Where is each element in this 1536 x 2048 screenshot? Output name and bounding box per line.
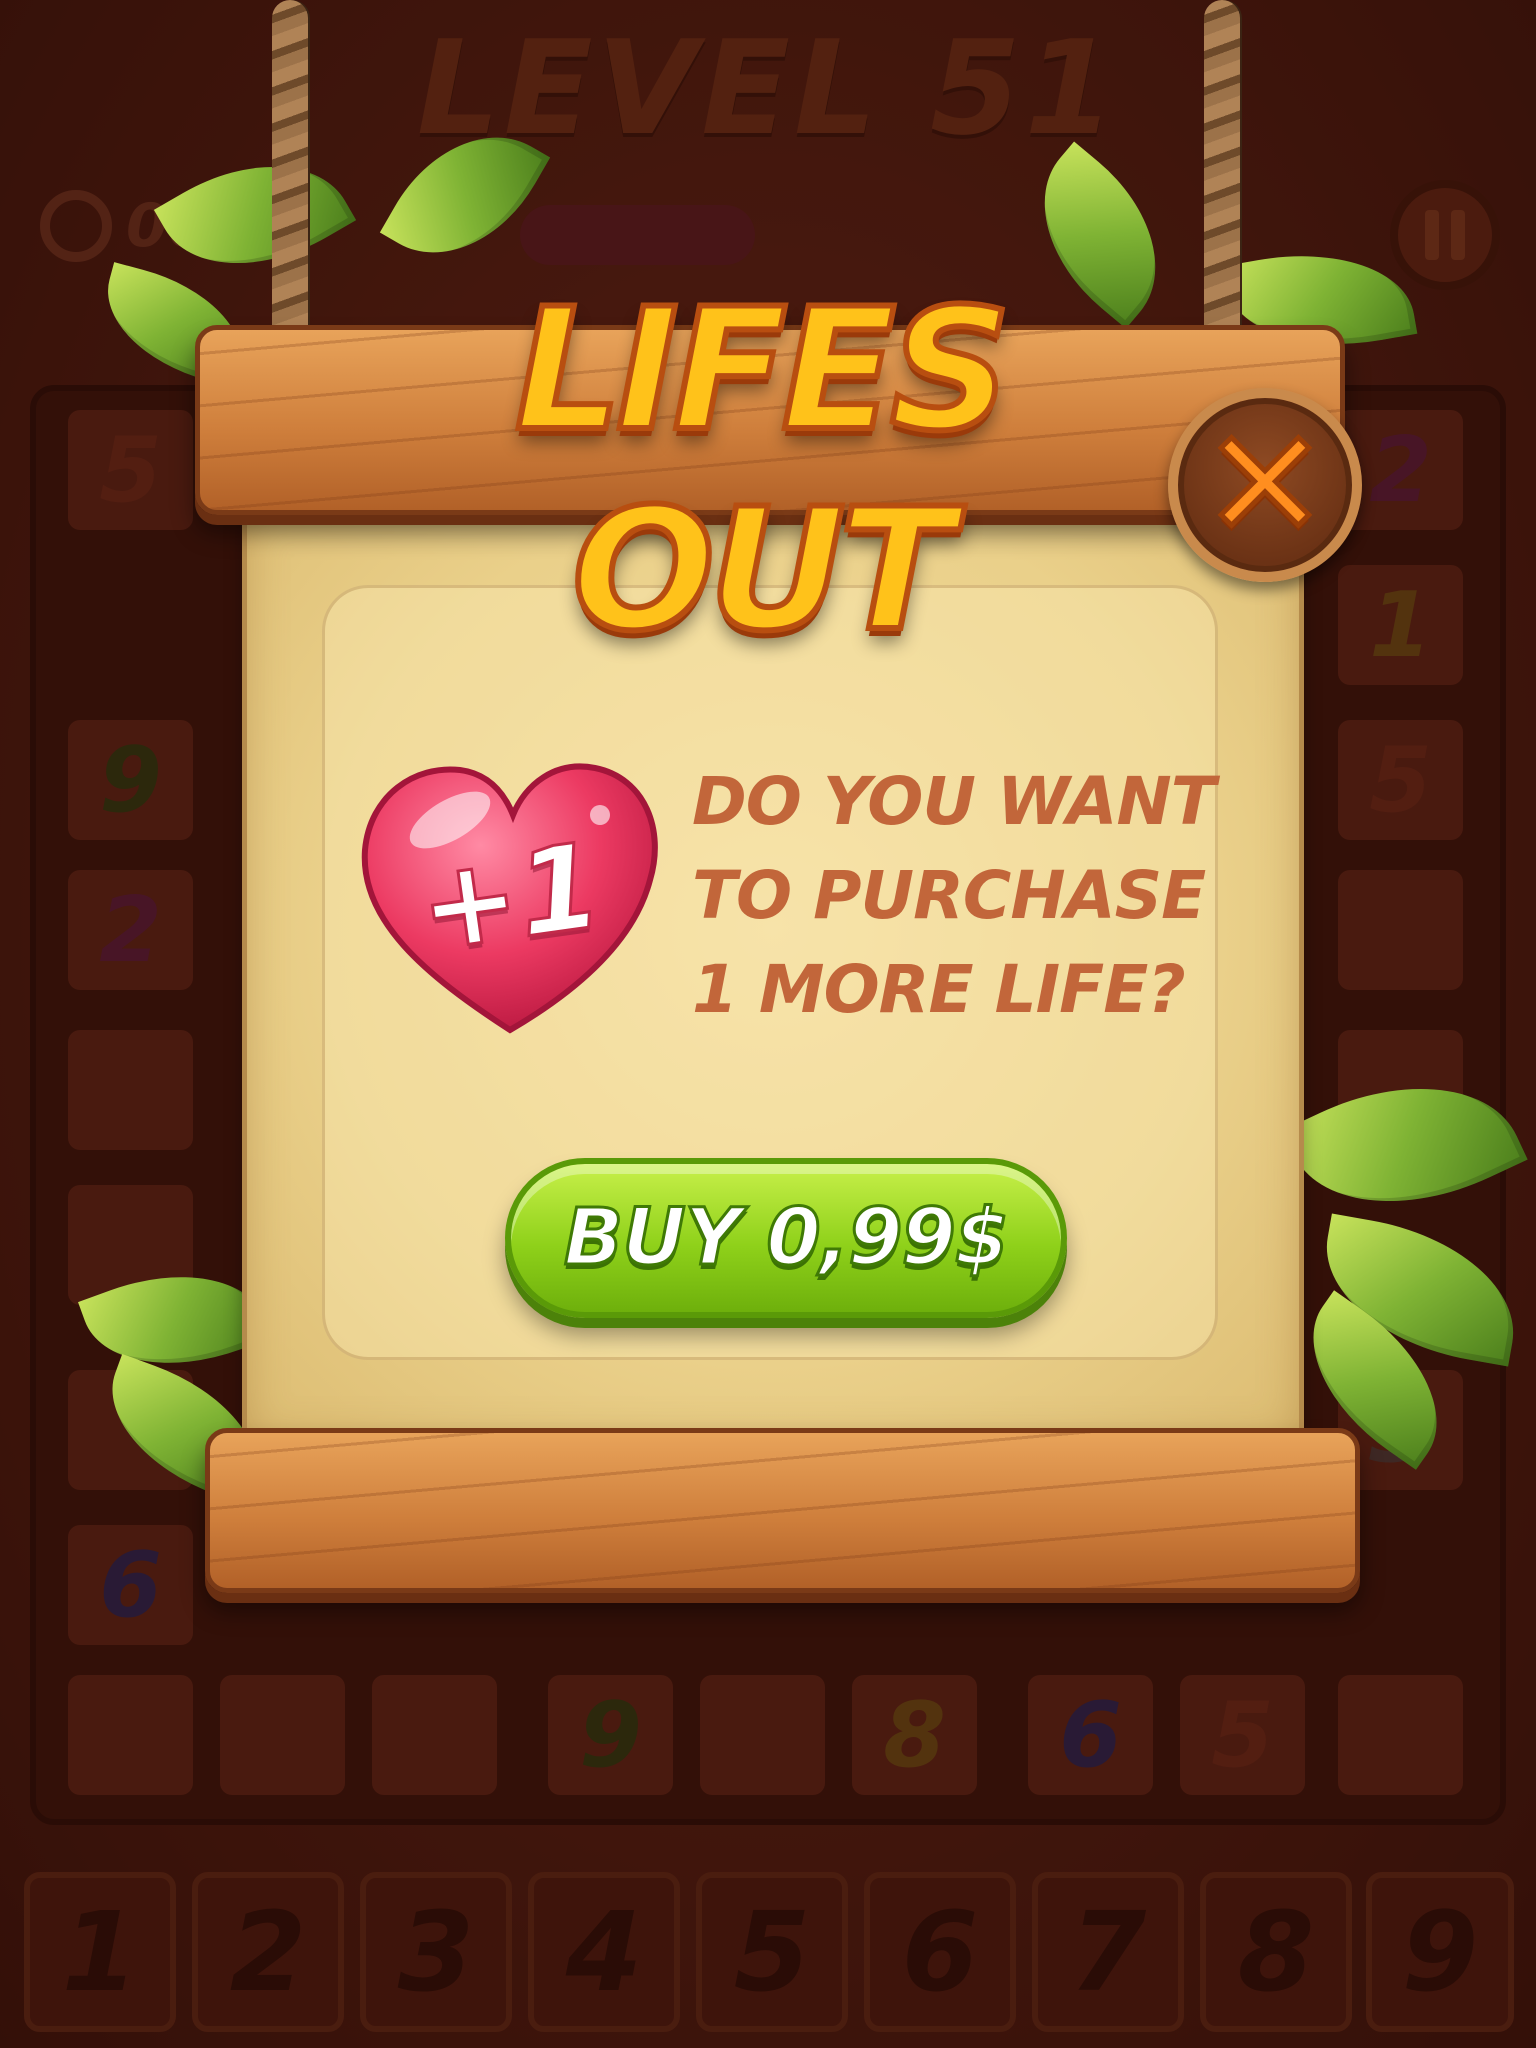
popup-title: LIFES OUT [512,269,1014,671]
buy-button[interactable]: BUY 0,99$ [505,1158,1067,1318]
bottom-wooden-plank [205,1428,1360,1593]
purchase-question: DO YOU WANT TO PURCHASE 1 MORE LIFE? [692,755,1216,1037]
close-button[interactable]: ✕ [1168,388,1362,582]
buy-button-label: BUY 0,99$ [562,1192,1010,1285]
hanging-rope [272,0,308,380]
hanging-rope [1204,0,1240,380]
heart-plus-one-label: +1 [409,815,610,980]
close-x-icon: ✕ [1200,398,1331,572]
question-line: 1 MORE LIFE? [692,951,1186,1028]
question-line: TO PURCHASE [692,857,1206,934]
question-line: DO YOU WANT [692,763,1216,840]
